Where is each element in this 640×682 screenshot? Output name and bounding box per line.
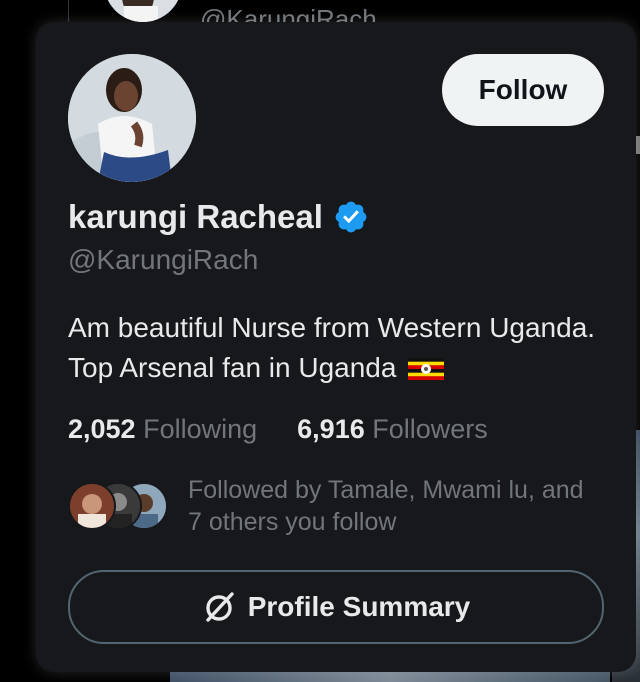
profile-summary-label: Profile Summary — [247, 591, 471, 622]
uganda-flag-icon — [408, 358, 445, 380]
following-count: 2,052 — [68, 414, 136, 444]
follow-button[interactable]: Follow — [442, 54, 604, 126]
verified-badge-icon — [335, 201, 367, 233]
followed-by-text[interactable]: Followed by Tamale, Mwami lu, and 7 othe… — [188, 474, 588, 538]
profile-summary-button[interactable]: Profile Summary — [68, 570, 604, 644]
display-name[interactable]: karungi Racheal — [68, 198, 323, 236]
profile-handle[interactable]: @KarungiRach — [68, 244, 258, 276]
mutual-follower-avatars[interactable] — [68, 482, 168, 530]
following-label: Following — [143, 414, 258, 444]
profile-avatar[interactable] — [68, 54, 196, 182]
grok-slash-icon — [206, 592, 234, 622]
profile-stats: 2,052 Following 6,916 Followers — [68, 414, 488, 445]
background-image — [170, 672, 610, 682]
bio-text: Am beautiful Nurse from Western Uganda. … — [68, 312, 596, 383]
followers-count: 6,916 — [297, 414, 365, 444]
profile-hover-card: Follow karungi Racheal @KarungiRach Am b… — [36, 22, 636, 672]
avatar — [68, 482, 116, 530]
followers-label: Followers — [372, 414, 488, 444]
background-avatar — [104, 0, 182, 22]
name-row: karungi Racheal — [68, 198, 369, 236]
profile-bio: Am beautiful Nurse from Western Uganda. … — [68, 308, 608, 388]
following-stat[interactable]: 2,052 Following — [68, 414, 257, 445]
followers-stat[interactable]: 6,916 Followers — [297, 414, 488, 445]
